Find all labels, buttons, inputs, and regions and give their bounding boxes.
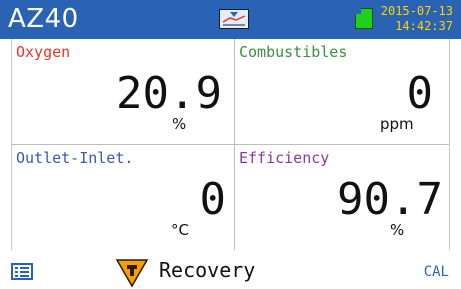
analyzer-status-icon [219, 9, 249, 29]
sd-card-icon [355, 8, 373, 29]
oxygen-value: 20.9 [116, 68, 222, 119]
warning-wrench-icon [115, 259, 149, 288]
menu-line-3 [20, 275, 29, 277]
combustibles-unit: ppm [380, 115, 414, 133]
sd-card-notch [355, 8, 361, 14]
efficiency-value: 90.7 [337, 174, 443, 225]
list-menu-icon[interactable] [11, 263, 33, 280]
recovery-status-text: Recovery [159, 258, 256, 282]
oxygen-cell[interactable]: Oxygen 20.9 % [12, 39, 234, 144]
cal-button[interactable]: CAL [424, 264, 449, 280]
date-readout: 2015-07-13 [380, 4, 453, 18]
efficiency-unit: % [390, 221, 405, 239]
combustibles-value: 0 [406, 68, 434, 119]
outlet-inlet-label: Outlet-Inlet. [16, 149, 134, 167]
header-bar: AZ40 2015-07-13 14:42:37 [0, 0, 461, 39]
combustibles-cell[interactable]: Combustibles 0 ppm [235, 39, 449, 144]
analyzer-status-icon-graphic [220, 10, 248, 28]
oxygen-label: Oxygen [16, 43, 71, 61]
menu-bullet-1 [15, 267, 18, 269]
outlet-inlet-unit: °C [171, 221, 189, 239]
menu-line-1 [20, 267, 29, 269]
combustibles-label: Combustibles [239, 43, 348, 61]
time-readout: 14:42:37 [395, 19, 453, 33]
efficiency-label: Efficiency [239, 149, 330, 167]
measurement-grid: Oxygen 20.9 % Combustibles 0 ppm Outlet-… [11, 39, 450, 250]
oxygen-unit: % [172, 115, 187, 133]
footer-bar: Recovery CAL [0, 252, 461, 289]
outlet-inlet-value: 0 [199, 174, 227, 225]
outlet-inlet-cell[interactable]: Outlet-Inlet. 0 °C [12, 145, 234, 250]
efficiency-cell[interactable]: Efficiency 90.7 % [235, 145, 449, 250]
app-title: AZ40 [8, 4, 79, 34]
menu-bullet-3 [15, 275, 18, 277]
menu-line-2 [20, 271, 29, 273]
analyzer-screen: AZ40 2015-07-13 14:42:37 Oxygen 20.9 % C… [0, 0, 461, 289]
menu-bullet-2 [15, 271, 18, 273]
